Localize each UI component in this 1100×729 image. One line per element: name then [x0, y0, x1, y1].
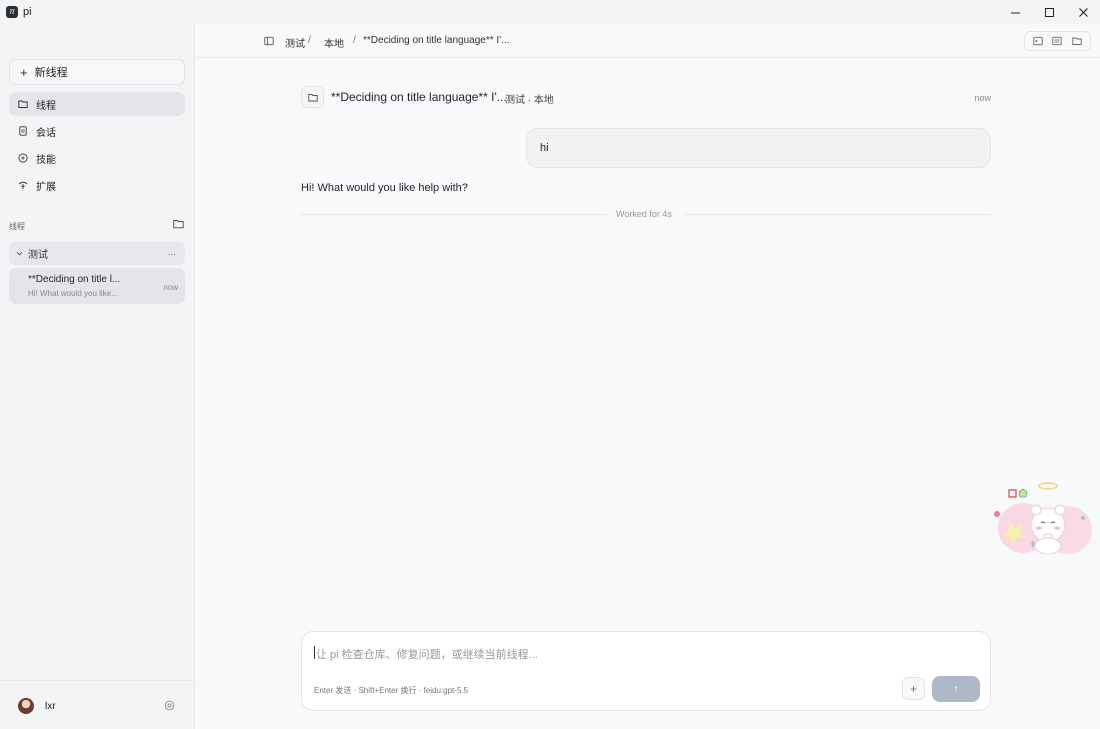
sidebar-item-sessions[interactable]: 会话	[9, 119, 185, 143]
new-thread-label: 新线程	[34, 67, 68, 79]
user-message-text: hi	[540, 142, 549, 154]
thread-title: **Deciding on title l...	[28, 274, 121, 285]
close-button[interactable]	[1066, 0, 1100, 24]
divider-line	[301, 214, 607, 215]
sidebar-item-label: 技能	[36, 154, 56, 166]
sidebar-item-threads[interactable]: 线程	[9, 92, 185, 116]
extension-icon	[18, 180, 28, 190]
open-folder-button[interactable]	[1072, 36, 1082, 46]
window-controls	[998, 0, 1100, 24]
user-name: lxr	[45, 701, 56, 712]
maximize-icon	[1044, 7, 1054, 17]
app-logo-icon: π	[6, 6, 18, 18]
terminal-icon	[1033, 36, 1043, 46]
sidebar-item-skills[interactable]: 技能	[9, 146, 185, 170]
minimize-icon	[1010, 12, 1020, 13]
divider-line	[685, 214, 991, 215]
maximize-button[interactable]	[1032, 0, 1066, 24]
settings-icon[interactable]	[164, 700, 175, 711]
minimize-button[interactable]	[998, 0, 1032, 24]
folder-icon	[307, 93, 318, 101]
window-title: pi	[23, 6, 32, 18]
new-folder-icon[interactable]	[173, 219, 184, 229]
chevron-down-icon	[16, 251, 23, 256]
new-thread-button[interactable]: + 新线程	[9, 59, 185, 85]
sidebar-item-label: 扩展	[36, 181, 56, 193]
conversation-time: now	[974, 93, 991, 103]
breadcrumb-thread[interactable]: **Deciding on title language** I'...	[363, 35, 509, 46]
add-attachment-button[interactable]: +	[902, 677, 925, 700]
avatar[interactable]	[18, 698, 34, 714]
thread-group-name: 测试	[28, 250, 48, 261]
folder-icon	[18, 99, 28, 109]
composer-hint: Enter 发送 · Shift+Enter 换行 · feidu:gpt-5.…	[314, 686, 469, 695]
document-icon	[18, 126, 28, 136]
user-message: hi	[526, 128, 991, 168]
more-options-button[interactable]: ...	[168, 247, 176, 258]
skill-icon	[18, 153, 28, 163]
panel-icon	[1052, 36, 1063, 46]
main-panel: 测试 / 本地 / **Deciding on title language**…	[195, 24, 1100, 729]
breadcrumb-local[interactable]: 本地	[324, 35, 344, 50]
sidebar-item-label: 线程	[36, 100, 56, 112]
sidebar-item-extensions[interactable]: 扩展	[9, 173, 185, 197]
breadcrumb-project[interactable]: 测试	[285, 35, 305, 50]
bear-sticker-icon	[994, 482, 1092, 554]
composer-input[interactable]: 让 pi 检查仓库、修复问题，或继续当前线程...	[316, 646, 538, 662]
close-icon	[1078, 7, 1088, 17]
send-button[interactable]: ↑	[932, 676, 980, 702]
thread-group-test[interactable]: 测试 ...	[9, 242, 185, 265]
assistant-message: Hi! What would you like help with?	[301, 182, 468, 194]
breadcrumb-separator: /	[353, 35, 356, 46]
thread-preview: Hi! What would you like...	[28, 289, 118, 298]
folder-icon	[1072, 37, 1082, 45]
sidebar-item-label: 会话	[36, 127, 56, 139]
plus-icon: +	[20, 64, 28, 80]
panel-button[interactable]	[1052, 36, 1063, 46]
terminal-button[interactable]	[1033, 36, 1043, 46]
breadcrumb-separator: /	[308, 35, 311, 46]
title-bar: π pi	[0, 0, 1100, 24]
user-bar: lxr	[0, 680, 194, 729]
sidebar-toggle-icon[interactable]	[264, 36, 274, 46]
sidebar: + 新线程 线程 会话 技能 扩展 线程 测试 ... **Deciding o…	[0, 24, 195, 729]
threads-section-label: 线程	[9, 222, 25, 231]
thread-time: now	[163, 283, 178, 292]
thread-list-item[interactable]: **Deciding on title l... Hi! What would …	[9, 268, 185, 304]
conversation-meta: 测试 · 本地	[505, 95, 554, 106]
conversation-header: **Deciding on title language** I'... 测试 …	[301, 86, 991, 108]
worked-duration: Worked for 4s	[616, 209, 672, 219]
top-toolbar	[1024, 31, 1091, 51]
project-folder-button[interactable]	[301, 86, 324, 108]
top-bar: 测试 / 本地 / **Deciding on title language**…	[195, 24, 1100, 58]
text-caret	[314, 646, 315, 659]
conversation-title: **Deciding on title language** I'...	[331, 90, 507, 104]
message-composer[interactable]: 让 pi 检查仓库、修复问题，或继续当前线程... Enter 发送 · Shi…	[301, 631, 991, 711]
worked-divider: Worked for 4s	[301, 209, 991, 219]
